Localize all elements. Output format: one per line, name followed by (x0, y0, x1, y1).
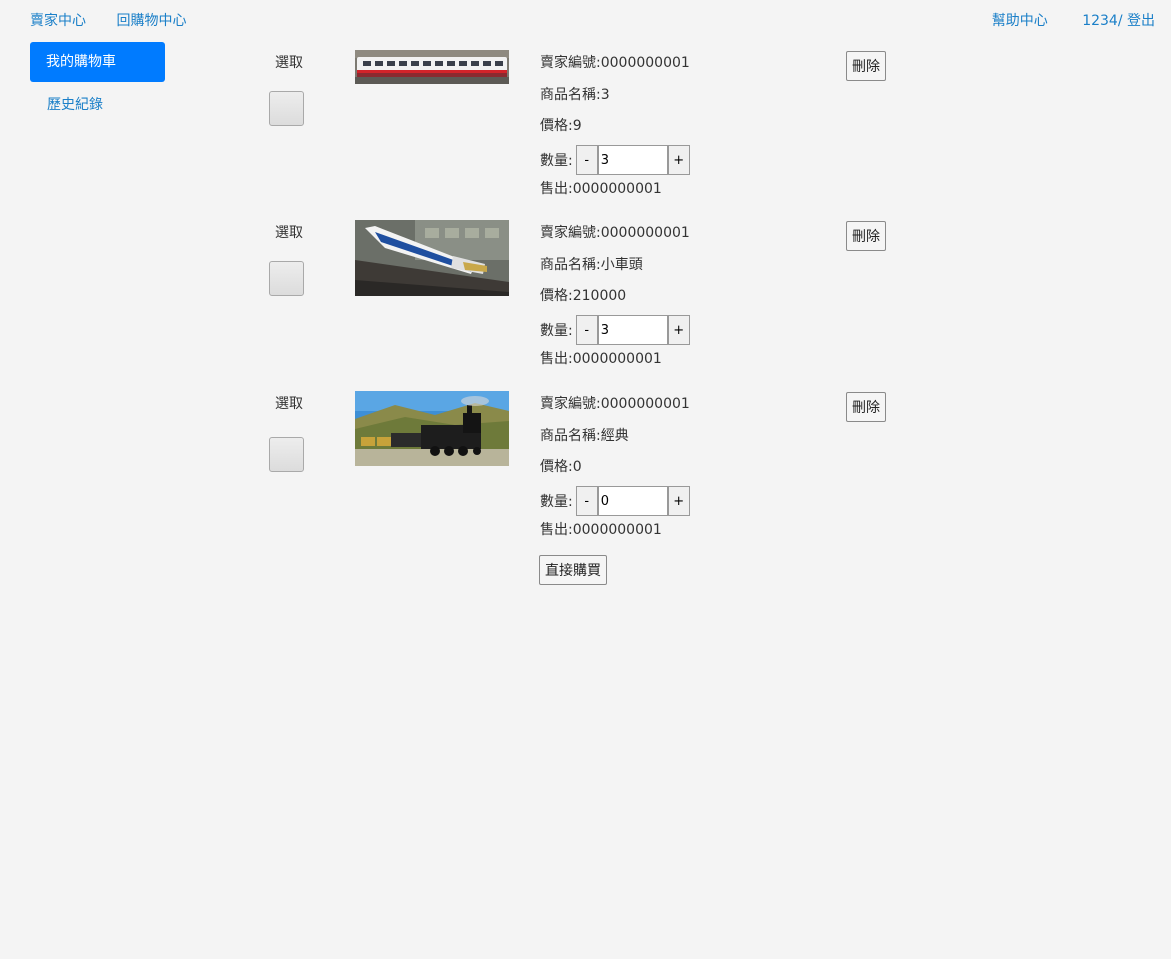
select-label: 選取 (275, 225, 303, 241)
select-label: 選取 (275, 396, 303, 412)
quantity-stepper: 數量: - + (540, 145, 690, 177)
product-price: 價格:0 (540, 459, 582, 475)
quantity-label: 數量: (540, 323, 573, 340)
train-image-3 (355, 391, 509, 466)
seller-center-link[interactable]: 賣家中心 (30, 13, 86, 29)
quantity-stepper: 數量: - + (540, 486, 690, 518)
quantity-stepper: 數量: - + (540, 315, 690, 347)
seller-id: 賣家編號:0000000001 (540, 225, 690, 241)
sold-count: 售出:0000000001 (540, 181, 662, 197)
select-checkbox[interactable] (269, 437, 304, 472)
back-to-shop-link[interactable]: 回購物中心 (116, 13, 186, 29)
cart-item: 選取 賣家編號:0000000001 商品名稱:經典 價格:0 數量: - + … (0, 391, 1171, 561)
quantity-input[interactable] (597, 486, 668, 517)
nav-right: 幫助中心 1234/ 登出 (962, 10, 1155, 30)
product-image (355, 220, 509, 296)
help-center-link[interactable]: 幫助中心 (992, 13, 1048, 29)
qty-minus-button[interactable]: - (575, 486, 598, 517)
select-label: 選取 (275, 55, 303, 71)
product-name: 商品名稱:經典 (540, 427, 629, 444)
qty-minus-button[interactable]: - (575, 315, 598, 346)
sold-count: 售出:0000000001 (540, 522, 662, 538)
quantity-input[interactable] (597, 315, 668, 346)
select-checkbox[interactable] (269, 261, 304, 296)
product-price: 價格:210000 (540, 288, 627, 304)
product-info: 賣家編號:0000000001 商品名稱:3 價格:9 數量: - + 售出:0… (540, 50, 690, 208)
product-image (355, 391, 509, 466)
qty-plus-button[interactable]: + (667, 145, 690, 176)
quantity-input[interactable] (597, 145, 668, 176)
product-image (355, 50, 509, 84)
product-name: 商品名稱:3 (540, 86, 610, 103)
quantity-label: 數量: (540, 153, 573, 170)
product-info: 賣家編號:0000000001 商品名稱:經典 價格:0 數量: - + 售出:… (540, 391, 690, 549)
qty-plus-button[interactable]: + (667, 315, 690, 346)
train-image-1 (355, 50, 509, 84)
sold-count: 售出:0000000001 (540, 351, 662, 367)
train-image-2 (355, 220, 509, 296)
qty-plus-button[interactable]: + (667, 486, 690, 517)
delete-button[interactable]: 刪除 (846, 221, 886, 251)
cart-item: 選取 賣家編號:0000000001 商品名稱:3 價格:9 數量: - 3 +… (0, 50, 1171, 220)
seller-id: 賣家編號:0000000001 (540, 396, 690, 412)
product-name: 商品名稱:小車頭 (540, 256, 643, 273)
delete-button[interactable]: 刪除 (846, 51, 886, 81)
user-logout-link[interactable]: 1234/ 登出 (1082, 13, 1155, 29)
select-checkbox[interactable] (269, 91, 304, 126)
seller-id: 賣家編號:0000000001 (540, 55, 690, 71)
cart-item: 選取 賣家編號:0000000001 商品名稱:小車頭 價格:210000 數量… (0, 220, 1171, 390)
product-price: 價格:9 (540, 118, 582, 134)
delete-button[interactable]: 刪除 (846, 392, 886, 422)
qty-minus-button[interactable]: - (575, 145, 598, 176)
top-nav: 賣家中心 回購物中心 幫助中心 1234/ 登出 (0, 10, 1171, 32)
buy-now-button[interactable]: 直接購買 (539, 555, 607, 585)
product-info: 賣家編號:0000000001 商品名稱:小車頭 價格:210000 數量: -… (540, 220, 690, 378)
quantity-label: 數量: (540, 494, 573, 511)
nav-left: 賣家中心 回購物中心 (30, 10, 212, 30)
